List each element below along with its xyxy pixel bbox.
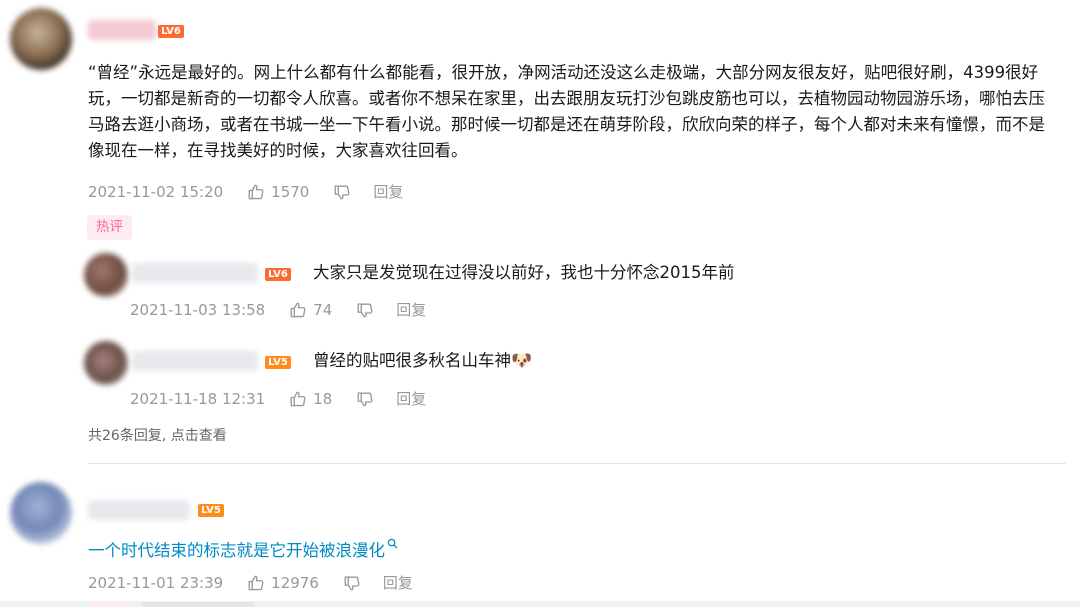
partial-badge (142, 602, 254, 607)
like-button[interactable]: 74 (289, 301, 332, 319)
reply-text-content: 曾经的贴吧很多秋名山车神 (313, 351, 511, 370)
username[interactable] (132, 351, 258, 371)
reply-button[interactable]: 回复 (373, 181, 403, 202)
like-button[interactable]: 18 (289, 390, 332, 408)
thumb-up-icon (290, 302, 306, 317)
level-badge: LV6 (158, 25, 184, 38)
dislike-button[interactable] (343, 574, 361, 592)
like-count: 12976 (271, 573, 319, 592)
like-button[interactable]: 1570 (247, 183, 309, 201)
comment-time: 2021-11-01 23:39 (88, 573, 224, 592)
reply-meta: 2021-11-18 12:31 18 回复 (130, 388, 426, 409)
reply-button[interactable]: 回复 (383, 572, 413, 593)
avatar[interactable] (10, 482, 72, 544)
dog-emoji-icon: 🐶 (511, 351, 533, 371)
view-more-replies[interactable]: 共26条回复, 点击查看 (88, 425, 227, 445)
dislike-button[interactable] (356, 301, 374, 319)
reply-time: 2021-11-03 13:58 (130, 300, 266, 319)
reply-meta: 2021-11-03 13:58 74 回复 (130, 299, 426, 320)
avatar[interactable] (84, 341, 128, 385)
username[interactable] (88, 20, 156, 40)
reply-button[interactable]: 回复 (396, 388, 426, 409)
search-link[interactable]: 一个时代结束的标志就是它开始被浪漫化 (88, 541, 385, 560)
thumb-down-icon (357, 302, 373, 317)
like-count: 1570 (271, 182, 310, 201)
thumb-up-icon (248, 575, 264, 590)
like-count: 18 (313, 389, 333, 408)
comment-meta: 2021-11-02 15:20 1570 回复 (88, 181, 403, 202)
comment-text: “曾经”永远是最好的。网上什么都有什么都能看，很开放，净网活动还没这么走极端，大… (88, 63, 1045, 160)
reply-text: 曾经的贴吧很多秋名山车神🐶 (313, 348, 532, 374)
dislike-button[interactable] (356, 390, 374, 408)
comment-time: 2021-11-02 15:20 (88, 182, 224, 201)
username[interactable] (132, 263, 258, 283)
reply-text: 大家只是发觉现在过得没以前好，我也十分怀念2015年前 (313, 263, 735, 282)
level-badge: LV5 (265, 356, 291, 369)
avatar[interactable] (10, 8, 72, 70)
reply-time: 2021-11-18 12:31 (130, 389, 266, 408)
level-badge: LV6 (265, 268, 291, 281)
thumb-up-icon (248, 184, 264, 199)
thumb-down-icon (334, 184, 350, 199)
username[interactable] (88, 500, 190, 520)
thumb-down-icon (357, 391, 373, 406)
thumb-down-icon (344, 575, 360, 590)
comment-meta: 2021-11-01 23:39 12976 回复 (88, 572, 413, 593)
search-icon[interactable] (387, 538, 398, 549)
like-count: 74 (313, 300, 333, 319)
comment-text: 一个时代结束的标志就是它开始被浪漫化 (88, 538, 398, 564)
level-badge: LV5 (198, 504, 224, 517)
dislike-button[interactable] (333, 183, 351, 201)
partial-badge (88, 602, 132, 607)
reply-button[interactable]: 回复 (396, 299, 426, 320)
hot-comment-badge: 热评 (87, 215, 132, 240)
thumb-up-icon (290, 391, 306, 406)
divider (88, 463, 1066, 464)
avatar[interactable] (84, 253, 128, 297)
like-button[interactable]: 12976 (247, 574, 319, 592)
